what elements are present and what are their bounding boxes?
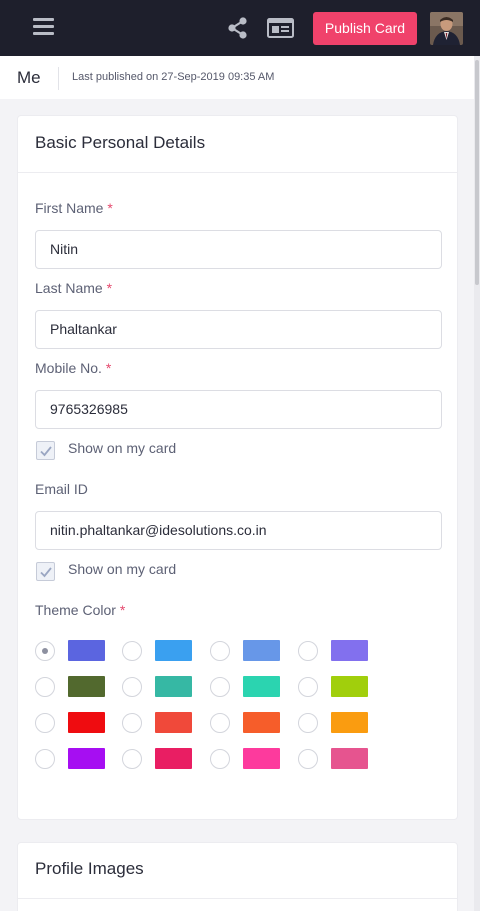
- mobile-show-on-card-checkbox[interactable]: Show on my card: [35, 440, 235, 460]
- theme-color-option[interactable]: [35, 676, 123, 698]
- theme-color-grid: [35, 640, 455, 776]
- mobile-input[interactable]: 9765326985: [35, 390, 442, 429]
- color-swatch[interactable]: [243, 676, 280, 697]
- header-divider: [58, 67, 59, 90]
- page-title: Me: [17, 68, 41, 87]
- theme-color-option[interactable]: [122, 640, 210, 662]
- show-on-card-label: Show on my card: [68, 561, 177, 577]
- scrollbar-thumb[interactable]: [475, 60, 479, 285]
- theme-color-option[interactable]: [35, 712, 123, 734]
- color-swatch[interactable]: [331, 676, 368, 697]
- color-swatch[interactable]: [243, 712, 280, 733]
- theme-color-option[interactable]: [210, 748, 298, 770]
- show-on-card-label: Show on my card: [68, 440, 177, 456]
- scrollbar[interactable]: [474, 56, 480, 911]
- card-divider: [18, 172, 457, 173]
- theme-color-option[interactable]: [210, 712, 298, 734]
- theme-color-radio[interactable]: [35, 713, 55, 733]
- card-title: Basic Personal Details: [35, 133, 206, 152]
- theme-color-option[interactable]: [35, 748, 123, 770]
- theme-color-label: Theme Color *: [35, 602, 125, 618]
- checkbox-checked-icon[interactable]: [36, 441, 55, 460]
- theme-color-radio[interactable]: [122, 677, 142, 697]
- checkbox-checked-icon[interactable]: [36, 562, 55, 581]
- email-label: Email ID: [35, 481, 88, 497]
- theme-color-radio[interactable]: [35, 677, 55, 697]
- color-swatch[interactable]: [331, 748, 368, 769]
- basic-personal-details-card: Basic Personal Details First Name * Niti…: [17, 115, 458, 820]
- color-swatch[interactable]: [155, 712, 192, 733]
- theme-color-radio[interactable]: [35, 749, 55, 769]
- last-published-text: Last published on 27-Sep-2019 09:35 AM: [72, 71, 275, 83]
- required-marker: *: [107, 200, 113, 216]
- first-name-input[interactable]: Nitin: [35, 230, 442, 269]
- card-title: Profile Images: [35, 859, 144, 878]
- theme-color-radio[interactable]: [210, 713, 230, 733]
- id-card-icon[interactable]: [267, 17, 294, 39]
- theme-color-option[interactable]: [298, 676, 386, 698]
- first-name-label-text: First Name: [35, 200, 104, 216]
- theme-color-radio[interactable]: [210, 677, 230, 697]
- theme-color-radio[interactable]: [298, 677, 318, 697]
- page-header: Me Last published on 27-Sep-2019 09:35 A…: [0, 56, 474, 99]
- color-swatch[interactable]: [331, 640, 368, 661]
- color-swatch[interactable]: [155, 676, 192, 697]
- last-name-label: Last Name *: [35, 280, 112, 296]
- theme-color-radio[interactable]: [122, 749, 142, 769]
- required-marker: *: [119, 602, 126, 618]
- theme-color-option[interactable]: [122, 676, 210, 698]
- avatar[interactable]: [430, 12, 463, 45]
- color-swatch[interactable]: [331, 712, 368, 733]
- theme-color-option[interactable]: [122, 712, 210, 734]
- theme-color-radio[interactable]: [298, 713, 318, 733]
- theme-color-option[interactable]: [210, 640, 298, 662]
- mobile-label: Mobile No. *: [35, 360, 111, 376]
- publish-card-button[interactable]: Publish Card: [313, 12, 417, 45]
- share-icon[interactable]: [226, 16, 250, 40]
- theme-color-radio[interactable]: [122, 641, 142, 661]
- email-show-on-card-checkbox[interactable]: Show on my card: [35, 561, 235, 581]
- theme-color-radio[interactable]: [298, 749, 318, 769]
- theme-color-option[interactable]: [298, 748, 386, 770]
- last-name-input[interactable]: Phaltankar: [35, 310, 442, 349]
- required-marker: *: [106, 280, 113, 296]
- color-swatch[interactable]: [68, 640, 105, 661]
- theme-color-radio[interactable]: [35, 641, 55, 661]
- theme-color-label-text: Theme Color: [35, 602, 116, 618]
- theme-color-radio[interactable]: [210, 749, 230, 769]
- email-input[interactable]: nitin.phaltankar@idesolutions.co.in: [35, 511, 442, 550]
- hamburger-menu-icon[interactable]: [33, 17, 54, 37]
- color-swatch[interactable]: [68, 748, 105, 769]
- first-name-label: First Name *: [35, 200, 113, 216]
- card-divider: [18, 898, 457, 899]
- profile-images-card: Profile Images: [17, 842, 458, 911]
- theme-color-option[interactable]: [35, 640, 123, 662]
- theme-color-option[interactable]: [298, 640, 386, 662]
- theme-color-option[interactable]: [122, 748, 210, 770]
- theme-color-option[interactable]: [298, 712, 386, 734]
- theme-color-option[interactable]: [210, 676, 298, 698]
- theme-color-radio[interactable]: [122, 713, 142, 733]
- color-swatch[interactable]: [155, 640, 192, 661]
- email-label-text: Email ID: [35, 481, 88, 497]
- theme-color-radio[interactable]: [298, 641, 318, 661]
- color-swatch[interactable]: [243, 640, 280, 661]
- mobile-label-text: Mobile No.: [35, 360, 102, 376]
- top-navigation-bar: Publish Card: [0, 0, 480, 56]
- color-swatch[interactable]: [68, 676, 105, 697]
- required-marker: *: [105, 360, 112, 376]
- color-swatch[interactable]: [243, 748, 280, 769]
- color-swatch[interactable]: [68, 712, 105, 733]
- last-name-label-text: Last Name: [35, 280, 103, 296]
- color-swatch[interactable]: [155, 748, 192, 769]
- theme-color-radio[interactable]: [210, 641, 230, 661]
